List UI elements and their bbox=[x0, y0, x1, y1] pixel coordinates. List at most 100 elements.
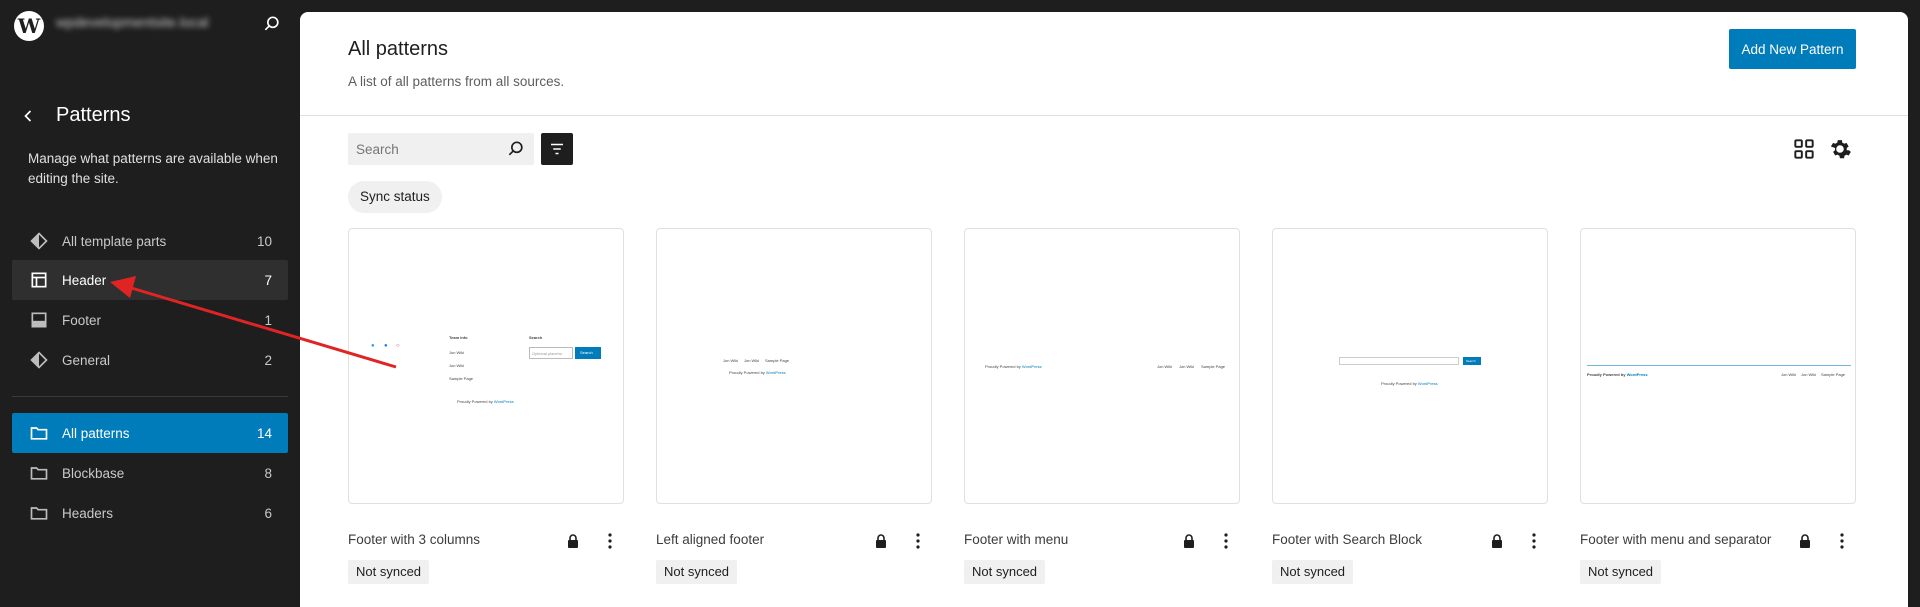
preview-text: Optional placeho bbox=[529, 347, 573, 359]
pattern-preview[interactable]: Search Proudly Powered by WordPress bbox=[1272, 228, 1548, 504]
preview-text: Sample Page bbox=[1201, 364, 1226, 369]
sidebar-item-header[interactable]: Header 7 bbox=[12, 260, 288, 300]
wordpress-logo-icon[interactable]: W bbox=[14, 11, 44, 41]
preview-text: Proudly Powered by WordPress bbox=[1381, 381, 1438, 386]
sidebar-item-count: 10 bbox=[256, 233, 272, 249]
page-title: All patterns bbox=[348, 38, 449, 60]
pattern-preview[interactable]: Jon Wiki Jon Wiki Sample Page Proudly Po… bbox=[656, 228, 932, 504]
sidebar-item-count: 2 bbox=[264, 352, 272, 368]
sidebar-item-label: Footer bbox=[62, 312, 102, 328]
sidebar-item-all-template-parts[interactable]: All template parts 10 bbox=[12, 221, 288, 261]
sidebar-title: Patterns bbox=[56, 104, 131, 126]
header-divider bbox=[300, 115, 1908, 116]
lock-icon bbox=[1492, 534, 1502, 548]
twitter-icon: ● bbox=[371, 343, 375, 349]
grid-view-icon[interactable] bbox=[1791, 136, 1817, 162]
folder-icon bbox=[28, 502, 50, 524]
pattern-card: Proudly Powered by WordPress Jon Wiki Jo… bbox=[964, 228, 1240, 584]
pattern-title[interactable]: Footer with 3 columns bbox=[348, 532, 480, 547]
footer-layout-icon bbox=[28, 309, 50, 331]
sidebar-item-count: 8 bbox=[264, 465, 272, 481]
more-vertical-icon[interactable] bbox=[908, 531, 928, 551]
sync-status-badge: Not synced bbox=[348, 560, 430, 584]
sidebar-item-count: 1 bbox=[264, 312, 272, 328]
sidebar-divider bbox=[12, 396, 288, 397]
sidebar-item-label: All template parts bbox=[62, 233, 167, 249]
preview-text: Jon Wiki bbox=[723, 358, 739, 363]
pattern-card: Jon Wiki Jon Wiki Sample Page Proudly Po… bbox=[656, 228, 932, 584]
pattern-title[interactable]: Left aligned footer bbox=[656, 532, 764, 547]
sync-status-badge: Not synced bbox=[656, 560, 738, 584]
preview-text: Sample Page bbox=[1821, 372, 1846, 377]
lock-icon bbox=[568, 534, 578, 548]
preview-text: Jon Wiki bbox=[449, 350, 465, 355]
search-icon bbox=[508, 141, 523, 156]
folder-icon bbox=[28, 462, 50, 484]
pattern-card: ● ● ○ Team Info Jon Wiki Jon Wiki Sample… bbox=[348, 228, 624, 584]
pattern-preview[interactable]: ● ● ○ Team Info Jon Wiki Jon Wiki Sample… bbox=[348, 228, 624, 504]
sidebar-item-label: General bbox=[62, 352, 111, 368]
facebook-icon: ● bbox=[384, 343, 388, 349]
pattern-title[interactable]: Footer with menu bbox=[964, 532, 1068, 547]
symbol-filled-icon bbox=[28, 349, 50, 371]
add-new-pattern-button[interactable]: Add New Pattern bbox=[1729, 29, 1856, 69]
preview-text: Sample Page bbox=[765, 358, 790, 363]
preview-text: Proudly Powered by WordPress bbox=[457, 399, 514, 404]
pattern-title[interactable]: Footer with Search Block bbox=[1272, 532, 1422, 547]
page-description: A list of all patterns from all sources. bbox=[348, 74, 565, 89]
more-vertical-icon[interactable] bbox=[600, 531, 620, 551]
sync-status-badge: Not synced bbox=[1272, 560, 1354, 584]
sidebar-item-label: Headers bbox=[62, 505, 114, 521]
sidebar-item-count: 7 bbox=[264, 272, 272, 288]
preview-text: Proudly Powered by WordPress bbox=[1587, 372, 1648, 377]
preview-text: Search bbox=[575, 347, 601, 359]
more-vertical-icon[interactable] bbox=[1832, 531, 1852, 551]
lock-icon bbox=[876, 534, 886, 548]
site-name[interactable]: wpdevelopmentsite.local bbox=[56, 14, 209, 30]
pattern-title[interactable]: Footer with menu and separator bbox=[1580, 532, 1771, 547]
sync-status-badge: Not synced bbox=[964, 560, 1046, 584]
preview-text: Jon Wiki bbox=[744, 358, 760, 363]
pattern-preview[interactable]: Proudly Powered by WordPress Jon Wiki Jo… bbox=[1580, 228, 1856, 504]
gear-icon[interactable] bbox=[1827, 136, 1853, 162]
more-vertical-icon[interactable] bbox=[1216, 531, 1236, 551]
pattern-card: Proudly Powered by WordPress Jon Wiki Jo… bbox=[1580, 228, 1856, 584]
symbol-filled-icon bbox=[28, 230, 50, 252]
preview-search-input bbox=[1339, 357, 1459, 365]
sidebar-description: Manage what patterns are available when … bbox=[28, 151, 278, 186]
sidebar-item-all-patterns[interactable]: All patterns 14 bbox=[12, 413, 288, 453]
header-layout-icon bbox=[28, 269, 50, 291]
preview-text: Search bbox=[529, 335, 543, 340]
sidebar-item-count: 14 bbox=[256, 425, 272, 441]
preview-text: Sample Page bbox=[449, 376, 474, 381]
preview-separator bbox=[1587, 365, 1851, 366]
pattern-preview[interactable]: Proudly Powered by WordPress Jon Wiki Jo… bbox=[964, 228, 1240, 504]
preview-text: Jon Wiki bbox=[1157, 364, 1173, 369]
more-vertical-icon[interactable] bbox=[1524, 531, 1544, 551]
sidebar-item-count: 6 bbox=[264, 505, 272, 521]
sidebar-item-label: Header bbox=[62, 272, 107, 288]
sidebar-item-blockbase[interactable]: Blockbase 8 bbox=[12, 453, 288, 493]
sidebar-item-footer[interactable]: Footer 1 bbox=[12, 300, 288, 340]
search-input[interactable] bbox=[348, 133, 498, 165]
sidebar-item-label: Blockbase bbox=[62, 465, 125, 481]
filter-button[interactable] bbox=[541, 133, 573, 165]
sidebar-item-headers[interactable]: Headers 6 bbox=[12, 493, 288, 533]
search-icon[interactable] bbox=[262, 14, 282, 34]
search-field bbox=[348, 133, 534, 165]
folder-icon bbox=[28, 422, 50, 444]
preview-text: Jon Wiki bbox=[449, 363, 465, 368]
sidebar-item-general[interactable]: General 2 bbox=[12, 340, 288, 380]
preview-text: Proudly Powered by WordPress bbox=[729, 370, 786, 375]
preview-text: Jon Wiki bbox=[1781, 372, 1797, 377]
instagram-icon: ○ bbox=[396, 343, 400, 349]
pattern-card: Search Proudly Powered by WordPress Foot… bbox=[1272, 228, 1548, 584]
main-content: All patterns A list of all patterns from… bbox=[300, 12, 1908, 607]
preview-text: Search bbox=[1463, 357, 1481, 365]
back-chevron-icon[interactable] bbox=[18, 106, 38, 126]
sidebar-item-label: All patterns bbox=[62, 425, 130, 441]
sync-status-badge: Not synced bbox=[1580, 560, 1662, 584]
sync-status-filter-chip[interactable]: Sync status bbox=[348, 181, 442, 213]
sidebar: W wpdevelopmentsite.local Patterns Manag… bbox=[0, 0, 300, 607]
preview-text: Team Info bbox=[449, 335, 468, 340]
